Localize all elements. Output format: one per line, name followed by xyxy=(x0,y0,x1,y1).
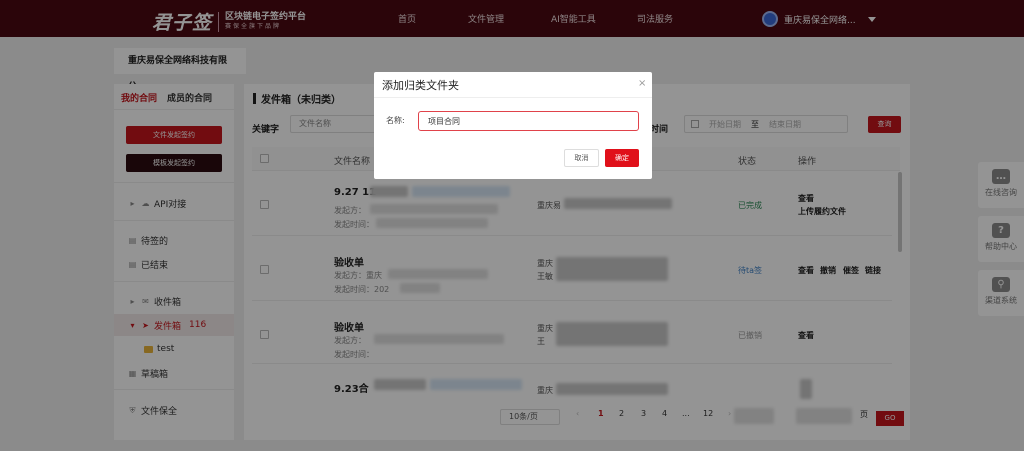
confirm-button[interactable]: 确定 xyxy=(605,149,639,167)
add-folder-dialog: 添加归类文件夹 × 名称: 取消 确定 xyxy=(374,72,652,179)
dialog-divider xyxy=(374,97,652,98)
folder-name-input[interactable] xyxy=(418,111,639,131)
folder-name-label: 名称: xyxy=(386,116,405,125)
close-icon[interactable]: × xyxy=(638,78,646,89)
cancel-button[interactable]: 取消 xyxy=(564,149,599,167)
dialog-title: 添加归类文件夹 xyxy=(382,79,459,92)
modal-overlay[interactable] xyxy=(0,0,1024,451)
